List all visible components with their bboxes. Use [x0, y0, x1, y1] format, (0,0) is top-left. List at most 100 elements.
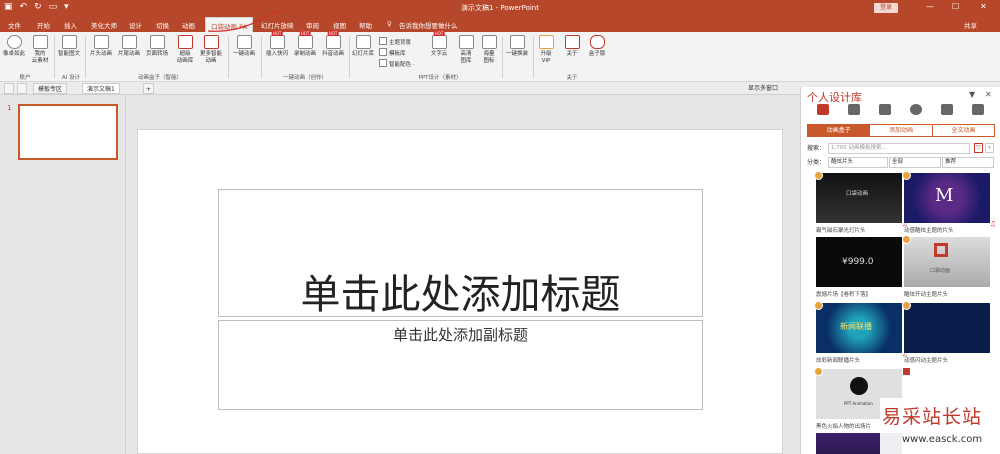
title-bar: ▣ ↶ ↻ ▭ ▾ 演示文稿1 - PowerPoint 登录 — ☐ ✕ — [0, 0, 1000, 16]
tab-review[interactable]: 审阅 — [306, 20, 319, 30]
open-folder-icon[interactable] — [17, 83, 27, 94]
search-label: 搜索： — [807, 145, 826, 152]
tab-template-zone[interactable]: 模板专区 — [33, 83, 68, 94]
template-card[interactable]: 新闻联播 炫彩新闻联播片头 ♫ — [814, 301, 908, 364]
hot-badge: HOT — [271, 31, 283, 36]
page-transition-button[interactable]: 页面转场 — [143, 35, 171, 58]
slides-icon — [355, 35, 371, 49]
palette-icon — [509, 35, 525, 49]
lightbulb-icon: ♀ — [387, 20, 392, 28]
template-card[interactable]: 动感闪动主题片头 — [902, 301, 990, 364]
tab-home[interactable]: 开始 — [37, 20, 50, 30]
ribbon: 像卓如此 我的 云素材 智能图文 片头动画 片尾动画 页面转场 超级 动画库 更… — [0, 31, 1000, 82]
panel-title: 个人设计库 — [807, 91, 862, 104]
tab-help[interactable]: 帮助 — [359, 20, 372, 30]
image-icon[interactable] — [879, 104, 891, 115]
watermark-url: www.easck.com — [902, 434, 983, 445]
smart-graphic-button[interactable]: 智能图文 — [56, 35, 82, 58]
login-button[interactable]: 登录 — [874, 3, 898, 13]
word-cloud-button[interactable]: HOT 文字云 — [427, 31, 451, 58]
filter-icon[interactable]: ▽ — [974, 143, 983, 153]
premium-badge — [902, 235, 911, 244]
smart-color-item[interactable]: 智能配色 · — [379, 59, 415, 68]
one-click-animation-button[interactable]: 一键动画 — [230, 35, 258, 58]
search-row: 搜索： 1,705 动画模板搜索... ▽ › — [807, 143, 995, 154]
tell-me-search[interactable]: 告诉我你想要做什么 — [399, 20, 458, 30]
slide-library-button[interactable]: 幻灯片库 — [350, 35, 376, 58]
box-version-toggle[interactable]: 盒子版 — [585, 35, 609, 58]
record-icon: HOT — [297, 31, 313, 49]
add-tab-button[interactable]: + — [143, 83, 155, 94]
location-icon[interactable] — [910, 104, 922, 115]
template-card[interactable]: M 动感酷炫主题的片头 ♫ — [902, 171, 996, 234]
douyin-animation-button[interactable]: HOT 抖音动画 — [319, 31, 347, 58]
hd-image-button[interactable]: 高清 图库 — [455, 35, 477, 65]
tab-full-animation[interactable]: 全文动画 — [932, 125, 994, 136]
tab-file[interactable]: 文件 — [8, 20, 21, 30]
shapes-icon — [481, 35, 497, 49]
subtitle-placeholder[interactable]: 单击此处添加副标题 — [218, 320, 703, 410]
one-click-reskin-button[interactable]: 一键换装 — [503, 35, 531, 58]
tab-transition[interactable]: 切换 — [156, 20, 169, 30]
category-select[interactable]: 酷炫片头 — [828, 157, 888, 168]
slide-number: 1 — [7, 104, 12, 112]
flame-logo-icon — [850, 377, 868, 395]
group-account: 账户 — [19, 75, 31, 81]
maximize-button[interactable]: ☐ — [952, 2, 959, 11]
template-library-item[interactable]: 模板库 — [379, 48, 406, 57]
slide[interactable]: 单击此处添加标题 单击此处添加副标题 — [137, 129, 783, 454]
share-button[interactable]: 共享 — [964, 20, 977, 30]
layers-icon[interactable] — [972, 104, 984, 115]
tab-animation[interactable]: 动画 — [182, 20, 195, 30]
template-card[interactable]: 口袋动画 霸气磁石聚光灯片头 ♫ — [814, 171, 908, 234]
panel-tabs: 动画盒子 添加动画 全文动画 — [807, 124, 995, 137]
panel-close-icon[interactable]: ✕ — [985, 90, 992, 99]
minimize-button[interactable]: — — [926, 2, 934, 11]
tab-insert[interactable]: 插入 — [64, 20, 77, 30]
account-button[interactable]: 像卓如此 — [3, 35, 25, 58]
tab-add-animation[interactable]: 添加动画 — [870, 125, 933, 136]
close-button[interactable]: ✕ — [980, 2, 987, 11]
layout-icon — [61, 35, 77, 49]
tab-design[interactable]: 设计 — [129, 20, 142, 30]
scope-select[interactable]: 全部 — [889, 157, 941, 168]
upgrade-vip-button[interactable]: 升级 VIP — [536, 35, 556, 65]
panel-options-icon[interactable]: ▼ — [969, 90, 975, 99]
more-animation-button[interactable]: 更多智能 动画 — [197, 35, 225, 65]
about-button[interactable]: 关于 — [562, 35, 582, 58]
animation-box-icon[interactable] — [817, 104, 829, 115]
tab-animation-box[interactable]: 动画盒子 — [808, 125, 871, 136]
toggle-icon — [589, 35, 605, 49]
template-card[interactable]: 口袋动画 酷炫开动主题片头 — [902, 235, 990, 298]
cube-icon — [203, 35, 219, 49]
multi-window-toggle[interactable]: 显示多窗口 — [744, 83, 782, 94]
slide-thumbnail[interactable] — [18, 104, 118, 160]
music-icon: ♫ — [989, 220, 996, 228]
outro-animation-button[interactable]: 片尾动画 — [116, 35, 142, 58]
title-placeholder[interactable]: 单击此处添加标题 — [218, 189, 703, 318]
tab-view[interactable]: 视图 — [333, 20, 346, 30]
music-note-icon: HOT — [325, 31, 341, 49]
template-card[interactable]: ¥999.0 震撼片场【卷积下落】 — [816, 237, 902, 298]
sort-select[interactable]: 推荐 — [942, 157, 994, 168]
new-doc-icon[interactable] — [4, 83, 14, 94]
theme-background-item[interactable]: 主题背景 — [379, 37, 411, 46]
super-animation-lib-button[interactable]: 超级 动画库 — [173, 35, 197, 65]
insert-flash-button[interactable]: HOT 插入快闪 — [263, 31, 291, 58]
tab-presentation1[interactable]: 演示文稿1 — [82, 83, 120, 94]
site-watermark: 易采站长站 www.easck.com — [880, 398, 1000, 454]
next-icon[interactable]: › — [985, 143, 994, 153]
premium-badge — [814, 301, 823, 310]
slides-icon[interactable] — [848, 104, 860, 115]
tab-meihua[interactable]: 美化大师 — [91, 20, 117, 30]
filter-label: 分类： — [807, 159, 826, 166]
intro-animation-button[interactable]: 片头动画 — [88, 35, 114, 58]
star-icon — [177, 35, 193, 49]
menu-bar: 文件 开始 插入 美化大师 设计 切换 动画 口袋动画 PA 幻灯片放映 审阅 … — [0, 16, 1000, 32]
cloud-icon — [32, 35, 48, 49]
search-input[interactable]: 1,705 动画模板搜索... — [828, 143, 970, 154]
print-icon[interactable] — [941, 104, 953, 115]
my-cloud-button[interactable]: 我的 云素材 — [28, 35, 52, 65]
record-animation-button[interactable]: HOT 录制动画 — [291, 31, 319, 58]
icon-library-button[interactable]: 海量 图标 — [478, 35, 500, 65]
